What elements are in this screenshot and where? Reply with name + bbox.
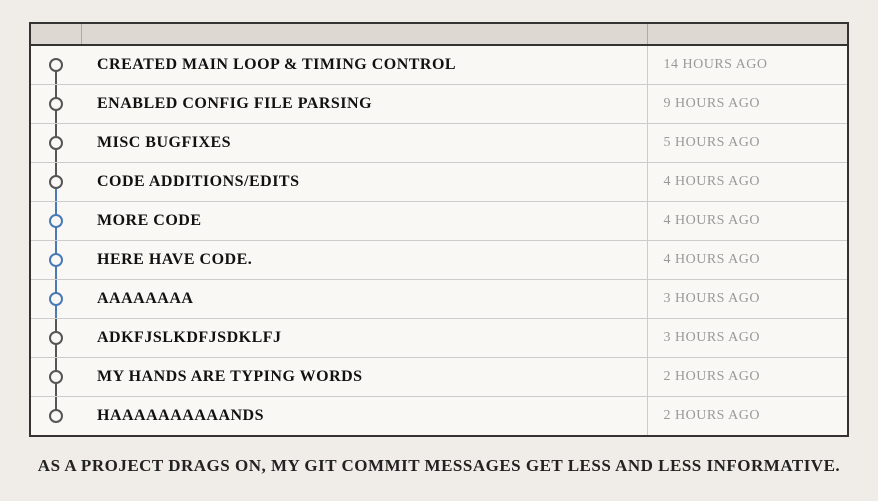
table-row: AAAAAAAA3 HOURS AGO <box>31 280 847 319</box>
col-header-date <box>647 24 847 45</box>
table-row: CODE ADDITIONS/EDITS4 HOURS AGO <box>31 163 847 202</box>
date-cell: 2 HOURS AGO <box>647 397 847 436</box>
dot-cell <box>31 319 81 358</box>
col-header-icon <box>31 24 81 45</box>
comment-cell: MORE CODE <box>81 202 647 241</box>
date-cell: 14 HOURS AGO <box>647 45 847 85</box>
comment-cell: HERE HAVE CODE. <box>81 241 647 280</box>
col-header-comment <box>81 24 647 45</box>
table-row: MY HANDS ARE TYPING WORDS2 HOURS AGO <box>31 358 847 397</box>
table-row: MISC BUGFIXES5 HOURS AGO <box>31 124 847 163</box>
date-cell: 4 HOURS AGO <box>647 202 847 241</box>
date-cell: 4 HOURS AGO <box>647 163 847 202</box>
comment-cell: ADKFJSLKDFJSDKLFJ <box>81 319 647 358</box>
dot-cell <box>31 358 81 397</box>
dot-cell <box>31 124 81 163</box>
comment-cell: MY HANDS ARE TYPING WORDS <box>81 358 647 397</box>
dot-cell <box>31 280 81 319</box>
comment-cell: HAAAAAAAAAANDS <box>81 397 647 436</box>
date-cell: 2 HOURS AGO <box>647 358 847 397</box>
caption-text: AS A PROJECT DRAGS ON, MY GIT COMMIT MES… <box>38 453 840 479</box>
dot-cell <box>31 45 81 85</box>
date-cell: 9 HOURS AGO <box>647 85 847 124</box>
table-row: HERE HAVE CODE.4 HOURS AGO <box>31 241 847 280</box>
dot-cell <box>31 163 81 202</box>
table-row: CREATED MAIN LOOP & TIMING CONTROL14 HOU… <box>31 45 847 85</box>
table-row: MORE CODE4 HOURS AGO <box>31 202 847 241</box>
table-row: HAAAAAAAAAANDS2 HOURS AGO <box>31 397 847 436</box>
comment-cell: MISC BUGFIXES <box>81 124 647 163</box>
date-cell: 5 HOURS AGO <box>647 124 847 163</box>
comment-cell: ENABLED CONFIG FILE PARSING <box>81 85 647 124</box>
date-cell: 3 HOURS AGO <box>647 280 847 319</box>
dot-cell <box>31 397 81 436</box>
date-cell: 4 HOURS AGO <box>647 241 847 280</box>
table-row: ENABLED CONFIG FILE PARSING9 HOURS AGO <box>31 85 847 124</box>
dot-cell <box>31 85 81 124</box>
commit-table: CREATED MAIN LOOP & TIMING CONTROL14 HOU… <box>31 24 847 435</box>
comment-cell: CREATED MAIN LOOP & TIMING CONTROL <box>81 45 647 85</box>
date-cell: 3 HOURS AGO <box>647 319 847 358</box>
comment-cell: CODE ADDITIONS/EDITS <box>81 163 647 202</box>
dot-cell <box>31 241 81 280</box>
main-container: CREATED MAIN LOOP & TIMING CONTROL14 HOU… <box>0 0 878 501</box>
dot-cell <box>31 202 81 241</box>
comment-cell: AAAAAAAA <box>81 280 647 319</box>
commit-table-wrapper: CREATED MAIN LOOP & TIMING CONTROL14 HOU… <box>29 22 849 437</box>
table-row: ADKFJSLKDFJSDKLFJ3 HOURS AGO <box>31 319 847 358</box>
